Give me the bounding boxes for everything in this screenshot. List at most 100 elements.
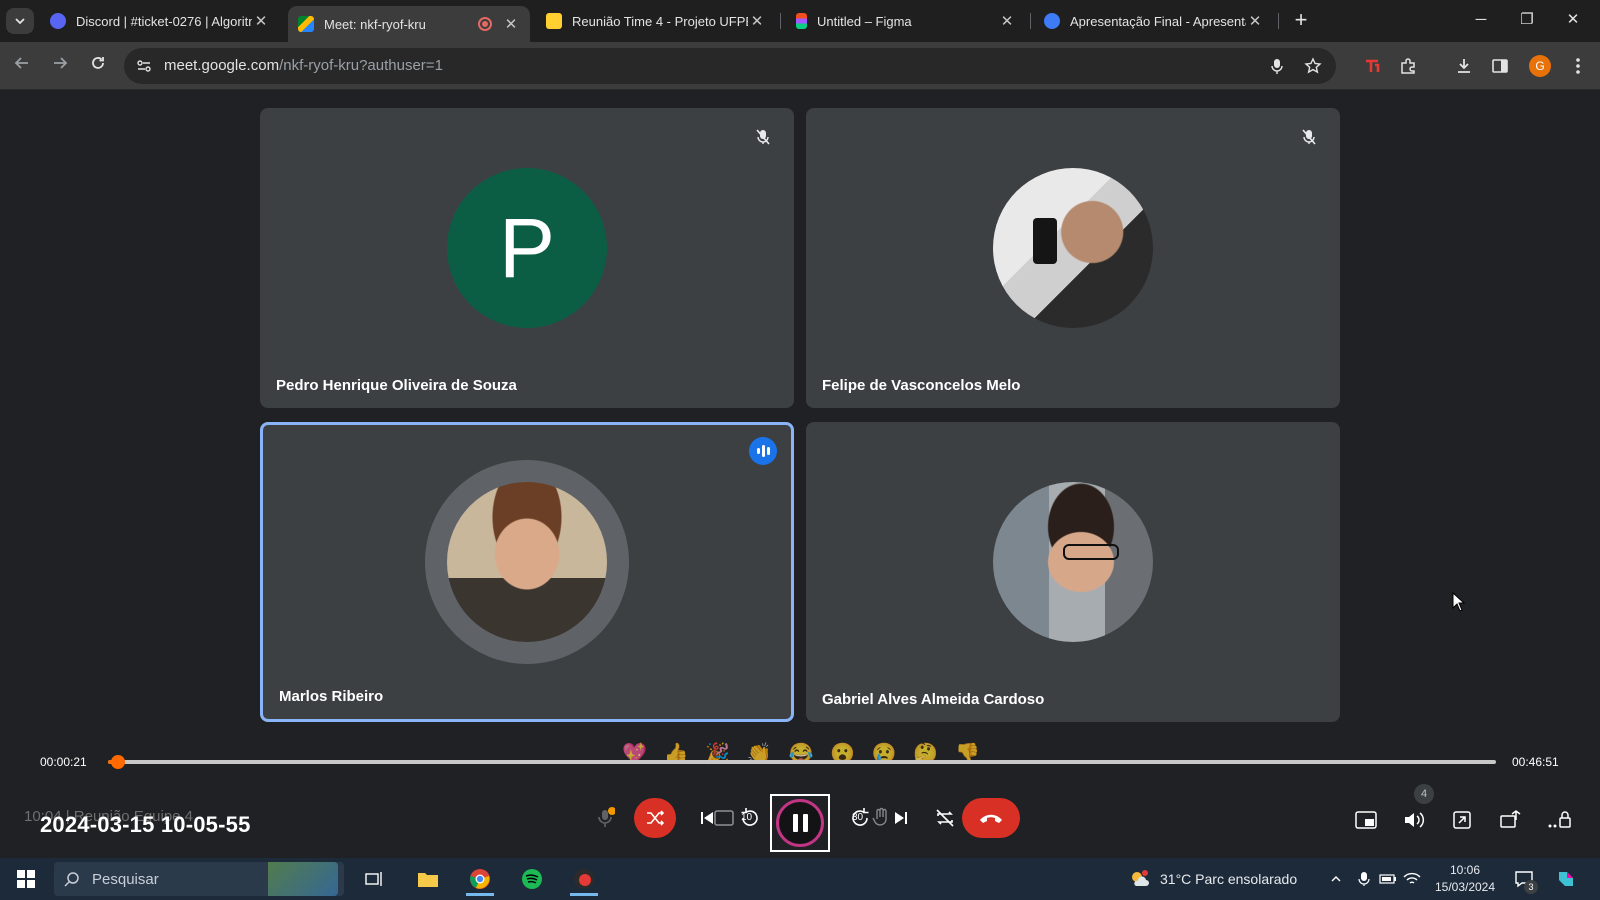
rewind-seconds: 10 bbox=[741, 812, 753, 823]
seek-bar[interactable] bbox=[108, 755, 1496, 769]
pause-button[interactable] bbox=[770, 794, 830, 852]
more-options-button[interactable] bbox=[1544, 804, 1576, 836]
forward-button[interactable] bbox=[48, 54, 72, 78]
participant-tile-gabriel[interactable]: Gabriel Alves Almeida Cardoso bbox=[806, 422, 1340, 722]
arrow-right-icon bbox=[54, 57, 68, 69]
download-icon[interactable] bbox=[1452, 54, 1476, 78]
exit-fullscreen-icon bbox=[1453, 811, 1471, 829]
system-clock[interactable]: 10:06 15/03/2024 bbox=[1420, 862, 1510, 896]
minimize-button[interactable]: ─ bbox=[1458, 6, 1504, 34]
speaking-indicator-icon bbox=[749, 437, 777, 465]
taskbar-search-box[interactable]: Pesquisar bbox=[54, 862, 344, 896]
tray-microphone-icon[interactable] bbox=[1352, 862, 1376, 896]
rewind-button[interactable]: 10 bbox=[728, 798, 770, 838]
avatar: P bbox=[447, 168, 607, 328]
copilot-button[interactable] bbox=[1548, 862, 1584, 896]
tab-miro[interactable]: Reunião Time 4 - Projeto UFPE ✕ bbox=[536, 6, 776, 36]
shuffle-button[interactable] bbox=[634, 798, 676, 838]
clock-time: 10:06 bbox=[1449, 863, 1481, 877]
avatar-photo bbox=[993, 482, 1153, 642]
seek-handle[interactable] bbox=[111, 755, 126, 769]
mouse-cursor-icon bbox=[1452, 592, 1466, 612]
microphone-icon[interactable] bbox=[1268, 57, 1286, 75]
menu-kebab-icon[interactable] bbox=[1566, 54, 1590, 78]
copilot-icon bbox=[1559, 872, 1573, 886]
new-tab-button[interactable]: + bbox=[1288, 8, 1314, 34]
tab-meet[interactable]: Meet: nkf-ryof-kru ✕ bbox=[288, 6, 530, 42]
exit-fullscreen-button[interactable] bbox=[1446, 804, 1478, 836]
url-text: meet.google.com/nkf-ryof-kru?authuser=1 bbox=[164, 57, 443, 74]
tab-title: Meet: nkf-ryof-kru bbox=[324, 16, 426, 32]
url-host: meet.google.com bbox=[164, 57, 280, 74]
volume-icon bbox=[1405, 812, 1425, 828]
reaction-bar: 💖 👍 🎉 👏 😂 😮 😢 🤔 👎 bbox=[616, 736, 986, 770]
notifications-button[interactable]: 3 bbox=[1508, 862, 1540, 896]
restore-button[interactable]: ❐ bbox=[1504, 6, 1550, 34]
meet-mic-button[interactable] bbox=[584, 798, 626, 838]
leave-call-button[interactable] bbox=[962, 798, 1020, 838]
tab-canva[interactable]: Apresentação Final - Apresenta ✕ bbox=[1034, 6, 1274, 36]
participant-name: Pedro Henrique Oliveira de Souza bbox=[276, 377, 517, 394]
reload-button[interactable] bbox=[86, 54, 110, 78]
recorder-taskbar-button[interactable] bbox=[564, 862, 604, 896]
chevron-down-icon bbox=[15, 18, 25, 25]
mic-off-icon bbox=[1296, 124, 1322, 150]
close-window-button[interactable]: ✕ bbox=[1550, 6, 1596, 34]
skip-next-icon bbox=[895, 812, 907, 824]
volume-button[interactable] bbox=[1398, 804, 1430, 836]
chrome-taskbar-button[interactable] bbox=[460, 862, 500, 896]
miniplayer-button[interactable] bbox=[1350, 804, 1382, 836]
browser-toolbar: meet.google.com/nkf-ryof-kru?authuser=1 … bbox=[0, 42, 1600, 90]
extension-red-icon[interactable] bbox=[1360, 54, 1384, 78]
battery-icon[interactable] bbox=[1376, 862, 1400, 896]
cast-button[interactable] bbox=[1494, 804, 1526, 836]
next-button[interactable] bbox=[880, 798, 922, 838]
tab-search-button[interactable] bbox=[6, 8, 34, 34]
bookmark-star-icon[interactable] bbox=[1304, 57, 1322, 75]
repeat-off-button[interactable] bbox=[924, 798, 966, 838]
participants-count-badge: 4 bbox=[1414, 784, 1434, 804]
side-panel-icon[interactable] bbox=[1488, 54, 1512, 78]
tray-chevron-up-icon[interactable] bbox=[1324, 862, 1348, 896]
spotify-taskbar-button[interactable] bbox=[512, 862, 552, 896]
folder-icon bbox=[418, 873, 438, 887]
browser-tab-strip: Discord | #ticket-0276 | Algoritm ✕ Meet… bbox=[0, 0, 1600, 42]
miro-icon bbox=[546, 13, 562, 29]
microphone-icon bbox=[598, 807, 615, 827]
weather-icon[interactable] bbox=[1126, 862, 1152, 896]
url-path: /nkf-ryof-kru?authuser=1 bbox=[279, 57, 443, 74]
discord-icon bbox=[50, 13, 66, 29]
extensions-puzzle-icon[interactable] bbox=[1396, 54, 1420, 78]
miniplayer-icon bbox=[1355, 811, 1377, 829]
close-icon[interactable]: ✕ bbox=[252, 12, 270, 30]
weather-text[interactable]: 31°C Parc ensolarado bbox=[1160, 871, 1297, 887]
file-explorer-button[interactable] bbox=[408, 862, 448, 896]
tab-title: Apresentação Final - Apresenta bbox=[1070, 13, 1246, 29]
address-bar[interactable]: meet.google.com/nkf-ryof-kru?authuser=1 bbox=[124, 48, 1336, 84]
profile-initial: G bbox=[1529, 55, 1551, 77]
tab-discord[interactable]: Discord | #ticket-0276 | Algoritm ✕ bbox=[40, 6, 280, 36]
spotify-icon bbox=[522, 869, 542, 889]
back-button[interactable] bbox=[10, 54, 34, 78]
site-settings-icon[interactable] bbox=[136, 58, 152, 74]
shuffle-icon bbox=[647, 810, 665, 826]
windows-logo-icon bbox=[17, 870, 35, 888]
profile-avatar[interactable]: G bbox=[1528, 54, 1552, 78]
close-icon[interactable]: ✕ bbox=[748, 12, 766, 30]
start-button[interactable] bbox=[6, 862, 46, 896]
canva-icon bbox=[1044, 13, 1060, 29]
participant-name: Felipe de Vasconcelos Melo bbox=[822, 377, 1021, 394]
participant-name: Gabriel Alves Almeida Cardoso bbox=[822, 691, 1045, 708]
participant-tile-felipe[interactable]: Felipe de Vasconcelos Melo bbox=[806, 108, 1340, 408]
tab-figma[interactable]: Untitled – Figma ✕ bbox=[786, 6, 1026, 36]
search-placeholder: Pesquisar bbox=[92, 871, 159, 888]
close-icon[interactable]: ✕ bbox=[502, 15, 520, 33]
close-icon[interactable]: ✕ bbox=[1246, 12, 1264, 30]
close-icon[interactable]: ✕ bbox=[998, 12, 1016, 30]
search-highlight-image bbox=[268, 862, 338, 896]
participant-name: Marlos Ribeiro bbox=[279, 688, 384, 705]
recording-icon bbox=[478, 17, 492, 31]
participant-tile-marlos[interactable]: Marlos Ribeiro bbox=[260, 422, 794, 722]
task-view-button[interactable] bbox=[354, 862, 394, 896]
participant-tile-pedro[interactable]: P Pedro Henrique Oliveira de Souza bbox=[260, 108, 794, 408]
